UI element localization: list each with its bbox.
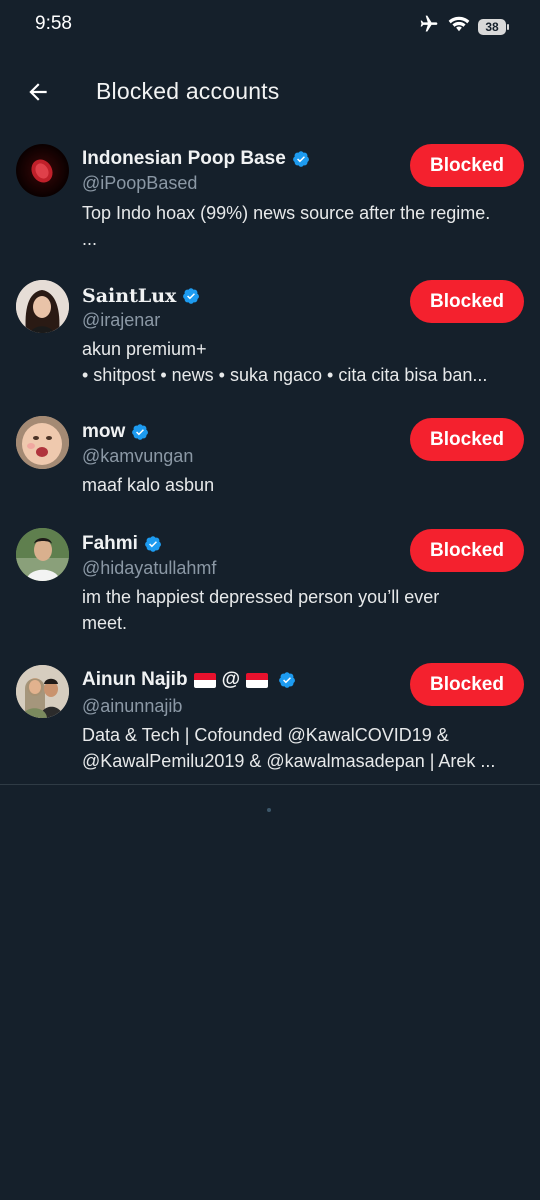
account-handle: @kamvungan (82, 446, 194, 466)
account-bio: im the happiest depressed person you’ll … (82, 584, 527, 636)
bio-line: akun premium+ (82, 339, 207, 359)
bio-line: maaf kalo asbun (82, 475, 215, 495)
bio-line: @KawalPemilu2019 & @kawalmasadepan | Are… (82, 751, 496, 771)
bio-line: Top Indo hoax (99%) news source after th… (82, 203, 491, 223)
verified-badge-icon (132, 424, 149, 440)
list-item[interactable]: Fahmi @hidayatullahmf im the happiest de… (0, 526, 540, 641)
list-item[interactable]: mow @kamvungan maaf kalo asbun Blocked (0, 414, 540, 504)
account-name: Indonesian Poop Base (82, 148, 286, 169)
name-line: Fahmi (82, 533, 162, 555)
list-item[interactable]: SaintLux @irajenar akun premium+ • shitp… (0, 276, 540, 401)
status-time: 9:58 (35, 13, 72, 34)
account-name: mow (82, 421, 126, 442)
avatar[interactable] (16, 528, 69, 581)
avatar[interactable] (16, 144, 69, 197)
list-item[interactable]: Indonesian Poop Base @iPoopBased Top Ind… (0, 140, 540, 265)
name-separator: @ (221, 669, 241, 690)
account-handle: @irajenar (82, 310, 161, 330)
name-line: SaintLux (82, 285, 200, 307)
airplane-icon (418, 14, 440, 39)
account-handle: @ainunnajib (82, 696, 183, 716)
account-name: Ainun Najib (82, 669, 188, 690)
bio-line: im the happiest depressed person you’ll … (82, 587, 440, 607)
blocked-button[interactable]: Blocked (410, 529, 524, 572)
avatar-image (31, 159, 53, 183)
status-icons: 38 (418, 14, 509, 39)
account-name: SaintLux (82, 285, 177, 307)
indonesia-flag-icon (193, 672, 216, 688)
account-bio: Top Indo hoax (99%) news source after th… (82, 200, 527, 252)
battery-icon: 38 (478, 18, 509, 35)
avatar-image (16, 280, 69, 333)
avatar-image (16, 665, 69, 718)
verified-badge-icon (145, 536, 161, 552)
avatar[interactable] (16, 665, 69, 718)
bio-line: • shitpost • news • suka ngaco • cita ci… (82, 365, 488, 385)
blocked-button[interactable]: Blocked (410, 418, 524, 461)
back-button[interactable] (20, 74, 56, 110)
bio-line: meet. (82, 613, 128, 633)
list-item[interactable]: Ainun Najib @ @ainunnajib Data & Tech | … (0, 662, 540, 784)
blocked-button[interactable]: Blocked (410, 280, 524, 323)
avatar-image (16, 416, 69, 469)
name-line: Ainun Najib @ (82, 669, 296, 691)
bio-line: Data & Tech | Cofounded @KawalCOVID19 & (82, 725, 449, 745)
wifi-icon (448, 15, 470, 38)
account-handle: @hidayatullahmf (82, 558, 217, 578)
verified-badge-icon (292, 151, 309, 167)
status-bar: 9:58 38 (0, 0, 540, 52)
verified-badge-icon (279, 672, 296, 688)
indonesia-flag-icon (246, 672, 269, 688)
verified-badge-icon (183, 288, 200, 304)
account-name: Fahmi (82, 533, 138, 554)
account-bio: maaf kalo asbun (82, 472, 527, 498)
page-title: Blocked accounts (96, 78, 280, 104)
name-line: mow (82, 421, 149, 443)
list-divider (0, 784, 540, 785)
avatar[interactable] (16, 416, 69, 469)
bio-line: ... (82, 229, 98, 249)
account-bio: akun premium+ • shitpost • news • suka n… (82, 336, 527, 388)
name-line: Indonesian Poop Base (82, 148, 310, 170)
account-bio: Data & Tech | Cofounded @KawalCOVID19 & … (82, 722, 527, 774)
avatar-image (16, 528, 69, 581)
arrow-left-icon (29, 83, 47, 101)
blocked-button[interactable]: Blocked (410, 663, 524, 706)
blocked-button[interactable]: Blocked (410, 144, 524, 187)
loading-indicator (267, 808, 271, 812)
avatar[interactable] (16, 280, 69, 333)
account-handle: @iPoopBased (82, 173, 198, 193)
app-header: Blocked accounts (0, 62, 540, 122)
